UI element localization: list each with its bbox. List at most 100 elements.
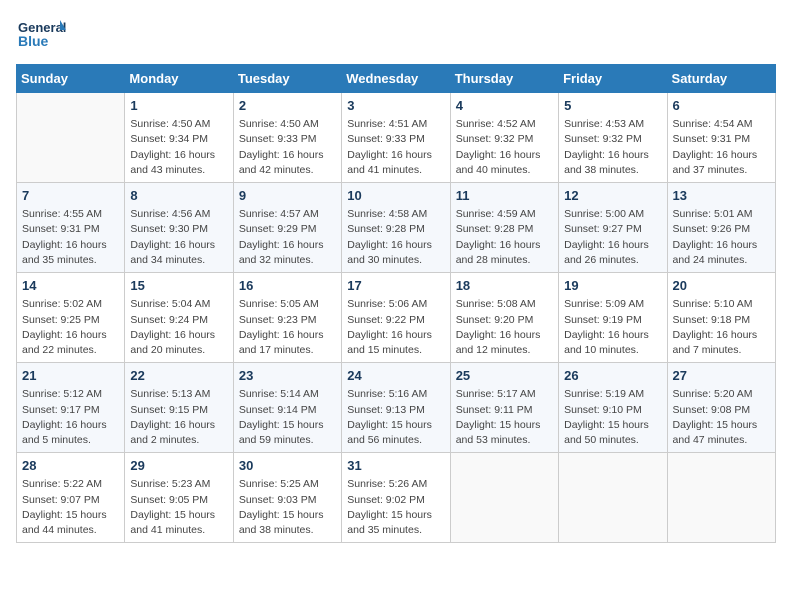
svg-text:Blue: Blue	[18, 33, 49, 49]
calendar-cell: 1Sunrise: 4:50 AM Sunset: 9:34 PM Daylig…	[125, 93, 233, 183]
calendar-cell: 25 Sunrise: 5:17 AM Sunset: 9:11 PM Dayli…	[450, 363, 558, 453]
day-number: 3	[347, 97, 444, 115]
day-number: 18	[456, 277, 553, 295]
day-number: 9	[239, 187, 336, 205]
calendar-cell	[17, 93, 125, 183]
cell-content: Sunrise: 5:12 AM Sunset: 9:17 PM Dayligh…	[22, 387, 119, 448]
day-number: 22	[130, 367, 227, 385]
logo-svg: General Blue	[16, 16, 66, 56]
calendar-cell: 16Sunrise: 5:05 AM Sunset: 9:23 PM Dayli…	[233, 273, 341, 363]
day-number: 2	[239, 97, 336, 115]
cell-content: Sunrise: 5:17 AM Sunset: 9:11 PM Dayligh…	[456, 387, 553, 448]
col-header-friday: Friday	[559, 65, 667, 93]
col-header-monday: Monday	[125, 65, 233, 93]
week-row-2: 7 Sunrise: 4:55 AM Sunset: 9:31 PM Daylig…	[17, 183, 776, 273]
calendar-cell: 26Sunrise: 5:19 AM Sunset: 9:10 PM Dayli…	[559, 363, 667, 453]
cell-content: Sunrise: 5:06 AM Sunset: 9:22 PM Dayligh…	[347, 297, 444, 358]
week-row-4: 21 Sunrise: 5:12 AM Sunset: 9:17 PM Dayli…	[17, 363, 776, 453]
calendar-cell: 4 Sunrise: 4:52 AM Sunset: 9:32 PM Daylig…	[450, 93, 558, 183]
day-number: 4	[456, 97, 553, 115]
cell-content: Sunrise: 5:10 AM Sunset: 9:18 PM Dayligh…	[673, 297, 770, 358]
cell-content: Sunrise: 5:25 AM Sunset: 9:03 PM Dayligh…	[239, 477, 336, 538]
calendar-cell: 15 Sunrise: 5:04 AM Sunset: 9:24 PM Dayli…	[125, 273, 233, 363]
day-number: 16	[239, 277, 336, 295]
day-number: 19	[564, 277, 661, 295]
col-header-sunday: Sunday	[17, 65, 125, 93]
cell-content: Sunrise: 5:26 AM Sunset: 9:02 PM Dayligh…	[347, 477, 444, 538]
header: General Blue	[16, 16, 776, 56]
col-header-saturday: Saturday	[667, 65, 775, 93]
day-number: 31	[347, 457, 444, 475]
cell-content: Sunrise: 5:08 AM Sunset: 9:20 PM Dayligh…	[456, 297, 553, 358]
day-number: 17	[347, 277, 444, 295]
calendar-cell	[559, 453, 667, 543]
col-header-tuesday: Tuesday	[233, 65, 341, 93]
calendar-cell: 19 Sunrise: 5:09 AM Sunset: 9:19 PM Dayli…	[559, 273, 667, 363]
day-number: 6	[673, 97, 770, 115]
cell-content: Sunrise: 4:57 AM Sunset: 9:29 PM Dayligh…	[239, 207, 336, 268]
day-number: 7	[22, 187, 119, 205]
calendar-cell: 11 Sunrise: 4:59 AM Sunset: 9:28 PM Dayli…	[450, 183, 558, 273]
col-header-thursday: Thursday	[450, 65, 558, 93]
day-number: 26	[564, 367, 661, 385]
calendar-cell: 2 Sunrise: 4:50 AM Sunset: 9:33 PM Daylig…	[233, 93, 341, 183]
cell-content: Sunrise: 4:52 AM Sunset: 9:32 PM Dayligh…	[456, 117, 553, 178]
logo: General Blue	[16, 16, 66, 56]
cell-content: Sunrise: 5:22 AM Sunset: 9:07 PM Dayligh…	[22, 477, 119, 538]
cell-content: Sunrise: 4:51 AM Sunset: 9:33 PM Dayligh…	[347, 117, 444, 178]
calendar-cell: 5Sunrise: 4:53 AM Sunset: 9:32 PM Daylig…	[559, 93, 667, 183]
calendar-cell	[667, 453, 775, 543]
calendar-cell: 28 Sunrise: 5:22 AM Sunset: 9:07 PM Dayli…	[17, 453, 125, 543]
day-number: 29	[130, 457, 227, 475]
cell-content: Sunrise: 5:01 AM Sunset: 9:26 PM Dayligh…	[673, 207, 770, 268]
calendar-cell: 18 Sunrise: 5:08 AM Sunset: 9:20 PM Dayli…	[450, 273, 558, 363]
calendar-cell: 7 Sunrise: 4:55 AM Sunset: 9:31 PM Daylig…	[17, 183, 125, 273]
calendar-cell: 3 Sunrise: 4:51 AM Sunset: 9:33 PM Daylig…	[342, 93, 450, 183]
cell-content: Sunrise: 5:23 AM Sunset: 9:05 PM Dayligh…	[130, 477, 227, 538]
day-number: 27	[673, 367, 770, 385]
calendar-cell: 21 Sunrise: 5:12 AM Sunset: 9:17 PM Dayli…	[17, 363, 125, 453]
calendar-cell: 10Sunrise: 4:58 AM Sunset: 9:28 PM Dayli…	[342, 183, 450, 273]
cell-content: Sunrise: 5:20 AM Sunset: 9:08 PM Dayligh…	[673, 387, 770, 448]
calendar-cell: 22 Sunrise: 5:13 AM Sunset: 9:15 PM Dayli…	[125, 363, 233, 453]
cell-content: Sunrise: 5:13 AM Sunset: 9:15 PM Dayligh…	[130, 387, 227, 448]
cell-content: Sunrise: 4:54 AM Sunset: 9:31 PM Dayligh…	[673, 117, 770, 178]
cell-content: Sunrise: 4:59 AM Sunset: 9:28 PM Dayligh…	[456, 207, 553, 268]
calendar-cell: 31 Sunrise: 5:26 AM Sunset: 9:02 PM Dayli…	[342, 453, 450, 543]
cell-content: Sunrise: 5:16 AM Sunset: 9:13 PM Dayligh…	[347, 387, 444, 448]
week-row-1: 1Sunrise: 4:50 AM Sunset: 9:34 PM Daylig…	[17, 93, 776, 183]
calendar-cell: 12Sunrise: 5:00 AM Sunset: 9:27 PM Dayli…	[559, 183, 667, 273]
day-number: 12	[564, 187, 661, 205]
calendar-cell: 29 Sunrise: 5:23 AM Sunset: 9:05 PM Dayli…	[125, 453, 233, 543]
calendar-cell: 8Sunrise: 4:56 AM Sunset: 9:30 PM Daylig…	[125, 183, 233, 273]
day-number: 15	[130, 277, 227, 295]
calendar-cell: 14Sunrise: 5:02 AM Sunset: 9:25 PM Dayli…	[17, 273, 125, 363]
week-row-5: 28 Sunrise: 5:22 AM Sunset: 9:07 PM Dayli…	[17, 453, 776, 543]
day-number: 1	[130, 97, 227, 115]
calendar-cell: 13 Sunrise: 5:01 AM Sunset: 9:26 PM Dayli…	[667, 183, 775, 273]
day-number: 30	[239, 457, 336, 475]
cell-content: Sunrise: 5:09 AM Sunset: 9:19 PM Dayligh…	[564, 297, 661, 358]
cell-content: Sunrise: 5:04 AM Sunset: 9:24 PM Dayligh…	[130, 297, 227, 358]
day-number: 25	[456, 367, 553, 385]
day-number: 8	[130, 187, 227, 205]
cell-content: Sunrise: 4:58 AM Sunset: 9:28 PM Dayligh…	[347, 207, 444, 268]
calendar-table: SundayMondayTuesdayWednesdayThursdayFrid…	[16, 64, 776, 543]
calendar-cell: 27 Sunrise: 5:20 AM Sunset: 9:08 PM Dayli…	[667, 363, 775, 453]
day-number: 11	[456, 187, 553, 205]
calendar-cell: 20 Sunrise: 5:10 AM Sunset: 9:18 PM Dayli…	[667, 273, 775, 363]
col-header-wednesday: Wednesday	[342, 65, 450, 93]
day-number: 13	[673, 187, 770, 205]
day-number: 5	[564, 97, 661, 115]
day-number: 23	[239, 367, 336, 385]
calendar-cell	[450, 453, 558, 543]
day-number: 21	[22, 367, 119, 385]
cell-content: Sunrise: 4:50 AM Sunset: 9:33 PM Dayligh…	[239, 117, 336, 178]
day-number: 20	[673, 277, 770, 295]
day-number: 28	[22, 457, 119, 475]
cell-content: Sunrise: 4:55 AM Sunset: 9:31 PM Dayligh…	[22, 207, 119, 268]
day-number: 14	[22, 277, 119, 295]
week-row-3: 14Sunrise: 5:02 AM Sunset: 9:25 PM Dayli…	[17, 273, 776, 363]
calendar-header-row: SundayMondayTuesdayWednesdayThursdayFrid…	[17, 65, 776, 93]
calendar-cell: 9 Sunrise: 4:57 AM Sunset: 9:29 PM Daylig…	[233, 183, 341, 273]
